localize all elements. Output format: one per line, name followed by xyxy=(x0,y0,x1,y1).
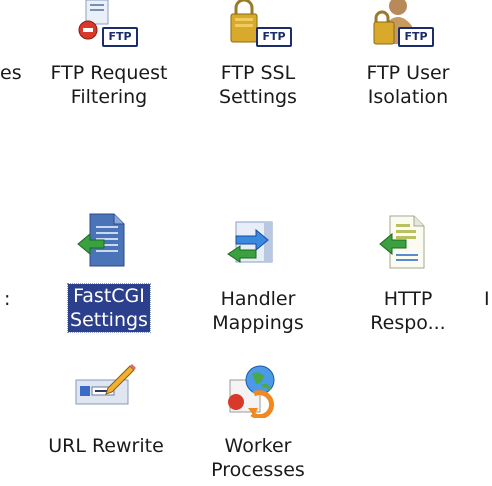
feature-label: FTP User Isolation xyxy=(366,62,450,108)
feature-label-selected: FastCGI Settings xyxy=(67,283,151,333)
http-response-document-icon xyxy=(378,214,430,270)
worker-processes-globe-icon xyxy=(222,362,282,420)
ftp-user-isolation-icon: FTP xyxy=(372,0,436,48)
fastcgi-document-icon xyxy=(76,212,128,268)
ftp-ssl-lock-icon: FTP xyxy=(226,0,292,48)
feature-label: Handler Mappings xyxy=(212,288,304,334)
clipped-label-fragment: es xyxy=(0,62,22,84)
feature-label: URL Rewrite xyxy=(48,435,164,457)
ftp-request-filtering-icon: FTP xyxy=(78,0,142,48)
feature-label: Worker Processes xyxy=(211,435,305,481)
feature-label: HTTP Respo... xyxy=(370,288,446,334)
handler-mappings-icon xyxy=(226,220,276,268)
clipped-label-fragment: : xyxy=(4,288,11,310)
clipped-label-fragment: I xyxy=(484,288,490,310)
feature-label: FTP Request Filtering xyxy=(50,62,168,108)
url-rewrite-pencil-icon xyxy=(74,362,136,408)
feature-label: FTP SSL Settings xyxy=(219,62,297,108)
